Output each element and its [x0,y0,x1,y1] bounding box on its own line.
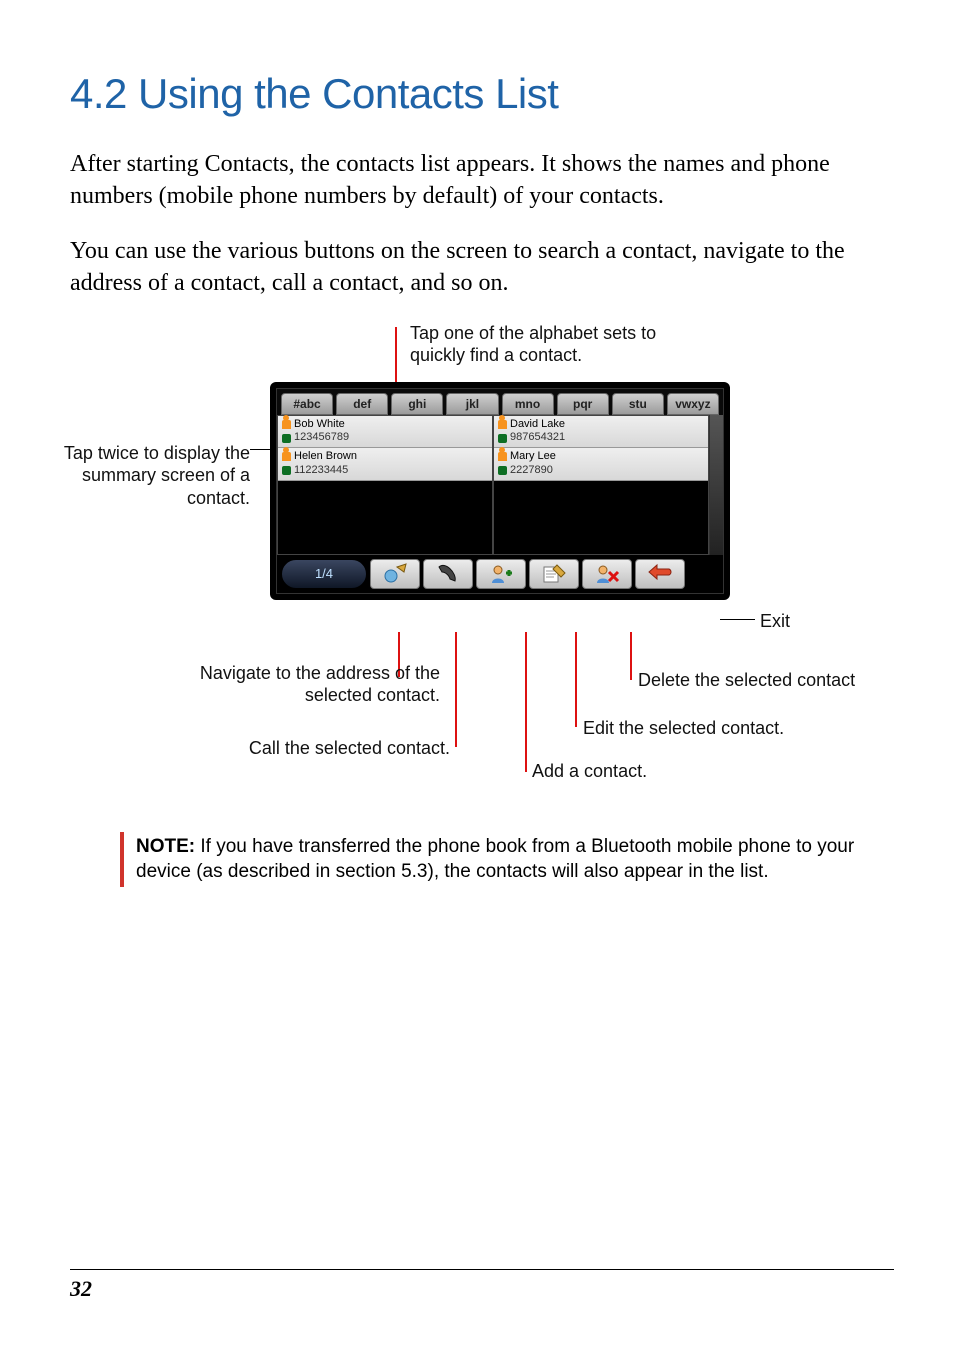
person-icon [498,420,507,429]
contact-name: Mary Lee [510,450,556,464]
tab-vwxyz[interactable]: vwxyz [667,393,719,415]
pager[interactable]: 1/4 [281,559,367,589]
note-text: If you have transferred the phone book f… [136,836,854,883]
toolbar: 1/4 [277,555,723,593]
globe-arrow-icon [382,563,408,585]
callout-navigate: Navigate to the address of the selected … [175,662,440,707]
person-icon [282,420,291,429]
exit-button[interactable] [635,559,685,589]
list-item[interactable]: Mary Lee 2227890 [494,448,708,481]
callout-exit: Exit [760,610,790,633]
delete-contact-button[interactable] [582,559,632,589]
contact-phone: 123456789 [294,431,349,445]
tab-pqr[interactable]: pqr [557,393,609,415]
note-label: NOTE: [136,836,195,857]
person-icon [498,452,507,461]
note-block: NOTE: If you have transferred the phone … [120,832,884,887]
handset-icon [435,563,461,585]
note-pencil-icon [541,563,567,585]
phone-icon [498,434,507,443]
callout-edit: Edit the selected contact. [583,717,784,740]
scrollbar[interactable] [709,415,723,555]
page-footer: 32 [70,1269,894,1302]
contacts-list: Bob White 123456789 Helen Brown 11223344… [277,415,723,555]
tab-mno[interactable]: mno [502,393,554,415]
add-contact-button[interactable] [476,559,526,589]
list-item[interactable]: Bob White 123456789 [278,416,492,449]
intro-paragraph-1: After starting Contacts, the contacts li… [70,148,894,213]
callout-add: Add a contact. [532,760,647,783]
contact-name: Helen Brown [294,450,357,464]
contact-phone: 112233445 [294,464,348,478]
callout-call: Call the selected contact. [225,737,450,760]
tab-stu[interactable]: stu [612,393,664,415]
callout-alphabet: Tap one of the alphabet sets to quickly … [410,322,710,367]
device-frame: #abc def ghi jkl mno pqr stu vwxyz Bob W… [270,382,730,600]
callout-summary: Tap twice to display the summary screen … [50,442,250,510]
contact-phone: 2227890 [510,464,553,478]
tab-ghi[interactable]: ghi [391,393,443,415]
call-button[interactable] [423,559,473,589]
callout-delete: Delete the selected contact [638,669,855,692]
annotated-screenshot: Tap one of the alphabet sets to quickly … [70,322,890,802]
tab-jkl[interactable]: jkl [446,393,498,415]
contact-name: David Lake [510,418,565,432]
contact-name: Bob White [294,418,345,432]
navigate-button[interactable] [370,559,420,589]
person-x-icon [594,563,620,585]
page-number: 32 [70,1276,92,1301]
phone-icon [282,466,291,475]
phone-icon [282,434,291,443]
alphabet-tabs: #abc def ghi jkl mno pqr stu vwxyz [277,389,723,415]
person-icon [282,452,291,461]
contact-phone: 987654321 [510,431,565,445]
list-item[interactable]: Helen Brown 112233445 [278,448,492,481]
section-heading: 4.2 Using the Contacts List [70,70,894,118]
tab-def[interactable]: def [336,393,388,415]
phone-icon [498,466,507,475]
list-item[interactable]: David Lake 987654321 [494,416,708,449]
tab-abc[interactable]: #abc [281,393,333,415]
intro-paragraph-2: You can use the various buttons on the s… [70,235,894,300]
person-plus-icon [488,563,514,585]
back-arrow-icon [647,563,673,585]
edit-contact-button[interactable] [529,559,579,589]
